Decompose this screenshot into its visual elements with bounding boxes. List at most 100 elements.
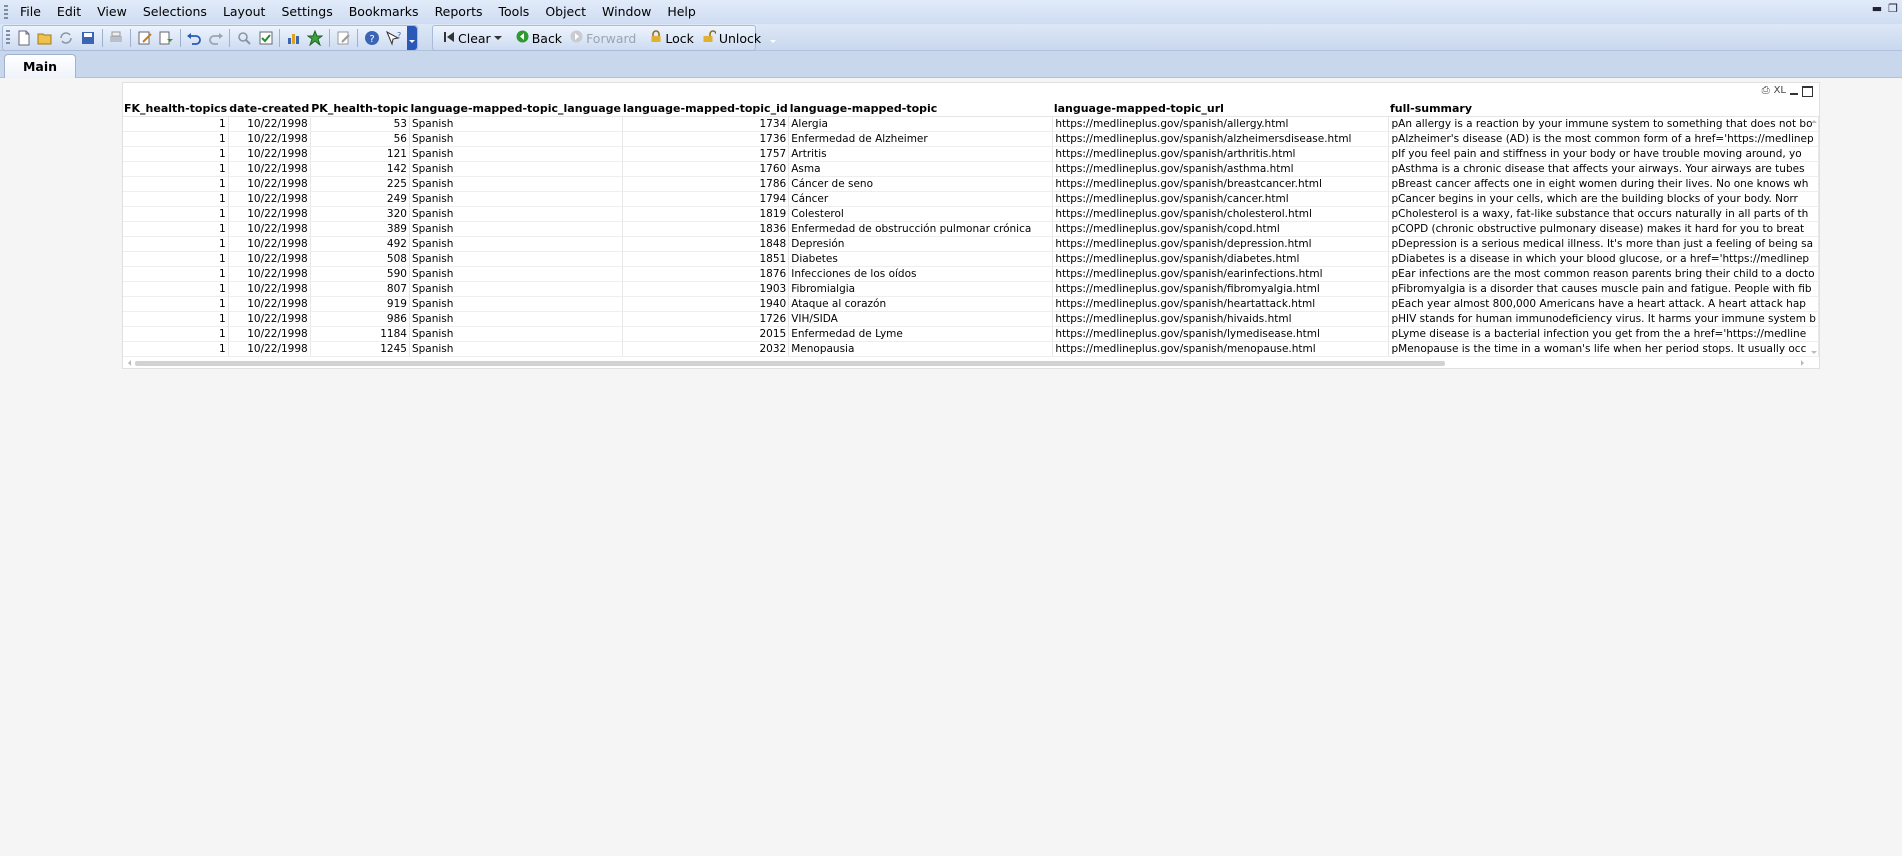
column-header-fk-health-topics[interactable]: FK_health-topics (123, 101, 229, 117)
table-cell[interactable]: https://medlineplus.gov/spanish/lymedise… (1052, 326, 1390, 342)
toolbar-grip[interactable] (6, 30, 10, 46)
table-cell[interactable]: 1 (123, 146, 229, 162)
table-cell[interactable]: Infecciones de los oídos (788, 266, 1054, 282)
design-mode-icon[interactable] (334, 28, 353, 48)
table-cell[interactable]: 10/22/1998 (228, 131, 311, 147)
table-cell[interactable]: https://medlineplus.gov/spanish/heartatt… (1052, 296, 1390, 312)
new-document-icon[interactable] (14, 28, 33, 48)
table-cell[interactable]: Spanish (409, 326, 623, 342)
table-cell[interactable]: Spanish (409, 131, 623, 147)
table-cell[interactable]: Spanish (409, 296, 623, 312)
edit-script-icon[interactable] (135, 28, 154, 48)
context-help-icon[interactable]: ? (384, 28, 403, 48)
table-row[interactable]: 1 10/22/1998 807 Spanish 1903 Fibromialgia htt… (123, 281, 1819, 297)
new-chart-icon[interactable] (284, 28, 303, 48)
table-cell[interactable]: 1 (123, 236, 229, 252)
menu-selections[interactable]: Selections (135, 1, 215, 23)
table-cell[interactable]: 1757 (622, 146, 790, 162)
table-cell[interactable]: Enfermedad de obstrucción pulmonar cróni… (788, 221, 1054, 237)
table-cell[interactable]: Cáncer (788, 191, 1054, 207)
table-row[interactable]: 1 10/22/1998 1184 Spanish 2015 Enfermedad de … (123, 326, 1819, 342)
column-header-pk-health-topic[interactable]: PK_health-topic (310, 101, 410, 117)
vertical-scrollbar[interactable] (1809, 117, 1819, 357)
window-minimize-icon[interactable]: ▬ (1872, 2, 1882, 15)
menu-view[interactable]: View (89, 1, 135, 23)
table-cell[interactable]: pHIV stands for human immunodeficiency v… (1388, 311, 1819, 327)
table-cell[interactable]: 1 (123, 341, 229, 357)
table-cell[interactable]: 10/22/1998 (228, 236, 311, 252)
print-icon[interactable] (106, 28, 125, 48)
table-cell[interactable]: https://medlineplus.gov/spanish/fibromya… (1052, 281, 1390, 297)
table-cell[interactable]: https://medlineplus.gov/spanish/cancer.h… (1052, 191, 1390, 207)
scroll-down-icon[interactable] (1811, 351, 1817, 357)
table-cell[interactable]: 1 (123, 296, 229, 312)
table-row[interactable]: 1 10/22/1998 53 Spanish 1734 Alergia https://m… (123, 116, 1819, 132)
table-cell[interactable]: https://medlineplus.gov/spanish/copd.htm… (1052, 221, 1390, 237)
tab-main[interactable]: Main (4, 54, 76, 78)
table-cell[interactable]: Spanish (409, 311, 623, 327)
chevron-down-icon[interactable] (493, 36, 502, 44)
save-icon[interactable] (78, 28, 97, 48)
table-cell[interactable]: 1940 (622, 296, 790, 312)
table-cell[interactable]: https://medlineplus.gov/spanish/alzheime… (1052, 131, 1390, 147)
table-cell[interactable]: pDiabetes is a disease in which your blo… (1388, 251, 1819, 267)
table-cell[interactable]: 2032 (622, 341, 790, 357)
table-cell[interactable]: 121 (310, 146, 410, 162)
table-row[interactable]: 1 10/22/1998 56 Spanish 1736 Enfermedad de Al… (123, 131, 1819, 147)
table-cell[interactable]: 10/22/1998 (228, 191, 311, 207)
table-row[interactable]: 1 10/22/1998 389 Spanish 1836 Enfermedad de o… (123, 221, 1819, 237)
print-icon[interactable]: ⎙ (1762, 84, 1770, 98)
table-cell[interactable]: Depresión (788, 236, 1054, 252)
table-cell[interactable]: 10/22/1998 (228, 311, 311, 327)
table-cell[interactable]: 986 (310, 311, 410, 327)
table-row[interactable]: 1 10/22/1998 1245 Spanish 2032 Menopausia http… (123, 341, 1819, 357)
table-cell[interactable]: 1786 (622, 176, 790, 192)
table-cell[interactable]: https://medlineplus.gov/spanish/depressi… (1052, 236, 1390, 252)
table-row[interactable]: 1 10/22/1998 492 Spanish 1848 Depresión https:… (123, 236, 1819, 252)
search-icon[interactable] (234, 28, 253, 48)
table-cell[interactable]: 56 (310, 131, 410, 147)
horizontal-scrollbar[interactable] (123, 359, 1819, 368)
scroll-up-icon[interactable] (1811, 117, 1817, 123)
table-cell[interactable]: https://medlineplus.gov/spanish/diabetes… (1052, 251, 1390, 267)
table-cell[interactable]: https://medlineplus.gov/spanish/choleste… (1052, 206, 1390, 222)
menu-settings[interactable]: Settings (273, 1, 340, 23)
table-cell[interactable]: pCancer begins in your cells, which are … (1388, 191, 1819, 207)
table-cell[interactable]: Enfermedad de Alzheimer (788, 131, 1054, 147)
menu-help[interactable]: Help (659, 1, 704, 23)
table-cell[interactable]: 590 (310, 266, 410, 282)
table-cell[interactable]: Spanish (409, 191, 623, 207)
table-cell[interactable]: Spanish (409, 251, 623, 267)
minimize-icon[interactable] (1790, 93, 1798, 95)
table-cell[interactable]: 10/22/1998 (228, 146, 311, 162)
table-cell[interactable]: 225 (310, 176, 410, 192)
table-cell[interactable]: Spanish (409, 221, 623, 237)
table-cell[interactable]: 1819 (622, 206, 790, 222)
table-cell[interactable]: 1734 (622, 116, 790, 132)
column-header-topic-id[interactable]: language-mapped-topic_id (622, 101, 789, 117)
table-cell[interactable]: 1 (123, 161, 229, 177)
table-cell[interactable]: pCOPD (chronic obstructive pulmonary dis… (1388, 221, 1819, 237)
table-cell[interactable]: Spanish (409, 176, 623, 192)
lock-button[interactable]: Lock (646, 28, 698, 48)
table-cell[interactable]: Spanish (409, 281, 623, 297)
reload-icon[interactable] (57, 28, 76, 48)
back-button[interactable]: Back (512, 28, 566, 48)
table-cell[interactable]: Artritis (788, 146, 1054, 162)
table-cell[interactable]: 10/22/1998 (228, 251, 311, 267)
table-cell[interactable]: Spanish (409, 341, 623, 357)
table-cell[interactable]: 10/22/1998 (228, 296, 311, 312)
table-cell[interactable]: 10/22/1998 (228, 326, 311, 342)
table-cell[interactable]: https://medlineplus.gov/spanish/arthriti… (1052, 146, 1390, 162)
table-cell[interactable]: 320 (310, 206, 410, 222)
undo-icon[interactable] (185, 28, 204, 48)
table-cell[interactable]: 10/22/1998 (228, 206, 311, 222)
table-cell[interactable]: 1184 (310, 326, 410, 342)
table-cell[interactable]: 1 (123, 281, 229, 297)
table-cell[interactable]: Spanish (409, 266, 623, 282)
current-selections-icon[interactable] (256, 28, 275, 48)
table-cell[interactable]: https://medlineplus.gov/spanish/earinfec… (1052, 266, 1390, 282)
open-folder-icon[interactable] (35, 28, 54, 48)
table-cell[interactable]: 1726 (622, 311, 790, 327)
table-cell[interactable]: pAlzheimer's disease (AD) is the most co… (1388, 131, 1819, 147)
